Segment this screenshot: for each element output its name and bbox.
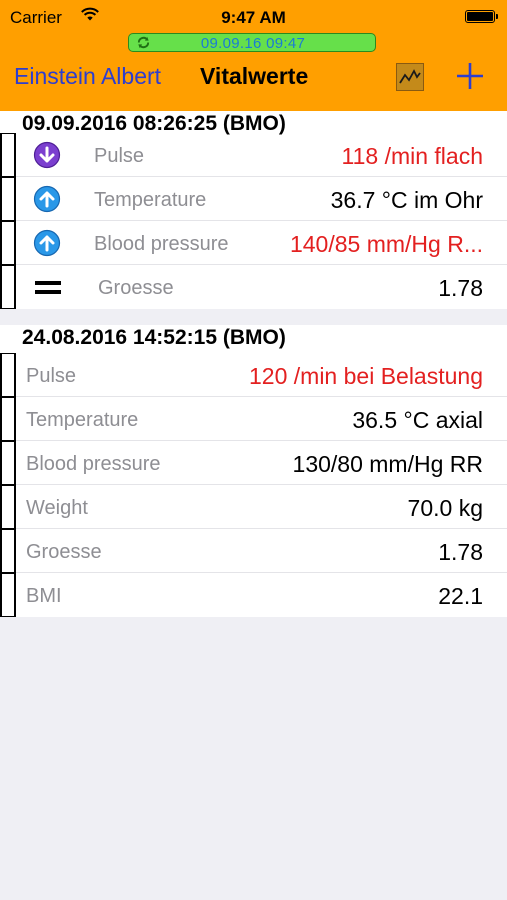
vital-label: Groesse <box>26 541 102 563</box>
arrow-up-blue-icon <box>33 229 61 257</box>
vital-value: 1.78 <box>438 275 483 301</box>
vital-row-blood-pressure[interactable]: Blood pressure 140/85 mm/Hg R... <box>0 221 507 265</box>
vital-value: 118 /min flach <box>341 143 483 169</box>
row-marker <box>0 529 16 573</box>
vital-value: 22.1 <box>438 583 483 609</box>
vital-row-weight[interactable]: Weight 70.0 kg <box>0 485 507 529</box>
battery-icon <box>465 10 498 23</box>
vital-row-groesse[interactable]: Groesse 1.78 <box>0 265 507 309</box>
row-marker <box>0 177 16 221</box>
vital-value: 120 /min bei Belastung <box>249 363 483 389</box>
vital-label: Temperature <box>26 409 139 431</box>
arrow-up-blue-icon <box>33 185 61 213</box>
vitals-entry: 09.09.2016 08:26:25 (BMO) Pulse 118 /min… <box>0 111 507 309</box>
vital-value: 36.7 °C im Ohr <box>330 187 483 213</box>
sync-timestamp: 09.09.16 09:47 <box>200 35 306 52</box>
vital-label: Blood pressure <box>26 453 161 475</box>
row-marker <box>0 221 16 265</box>
vital-value: 1.78 <box>438 539 483 565</box>
vital-label: BMI <box>26 585 62 607</box>
row-marker <box>0 133 16 177</box>
vital-row-pulse[interactable]: Pulse 118 /min flach <box>0 133 507 177</box>
vital-label: Groesse <box>98 277 174 299</box>
vital-value: 130/80 mm/Hg RR <box>292 451 483 477</box>
vital-value: 36.5 °C axial <box>352 407 483 433</box>
arrow-down-purple-icon <box>33 141 61 169</box>
status-bar: Carrier 9:47 AM <box>0 0 507 34</box>
vitals-entry: 24.08.2016 14:52:15 (BMO) Pulse 120 /min… <box>0 325 507 617</box>
row-marker <box>0 573 16 617</box>
vital-label: Pulse <box>26 365 77 387</box>
line-chart-icon <box>399 69 421 84</box>
row-marker <box>0 397 16 441</box>
add-button[interactable] <box>454 60 486 92</box>
vital-label: Temperature <box>94 189 207 211</box>
patient-name-button[interactable]: Einstein Albert <box>14 63 161 90</box>
row-marker <box>0 353 16 397</box>
vital-row-blood-pressure[interactable]: Blood pressure 130/80 mm/Hg RR <box>0 441 507 485</box>
vital-label: Weight <box>26 497 88 519</box>
vital-value: 70.0 kg <box>407 495 483 521</box>
row-marker <box>0 265 16 309</box>
status-time: 9:47 AM <box>221 8 286 27</box>
vital-row-bmi[interactable]: BMI 22.1 <box>0 573 507 617</box>
vital-label: Pulse <box>94 145 145 167</box>
vital-row-temperature[interactable]: Temperature 36.5 °C axial <box>0 397 507 441</box>
vital-label: Blood pressure <box>94 233 229 255</box>
vital-row-temperature[interactable]: Temperature 36.7 °C im Ohr <box>0 177 507 221</box>
entry-header: 24.08.2016 14:52:15 (BMO) <box>22 326 286 349</box>
row-marker <box>0 441 16 485</box>
chart-button[interactable] <box>396 63 424 91</box>
sync-status-pill[interactable]: 09.09.16 09:47 <box>128 33 376 52</box>
row-marker <box>0 485 16 529</box>
vital-row-pulse[interactable]: Pulse 120 /min bei Belastung <box>0 353 507 397</box>
page-title: Vitalwerte <box>200 63 309 89</box>
vital-row-groesse[interactable]: Groesse 1.78 <box>0 529 507 573</box>
equal-icon <box>35 281 61 294</box>
vital-value: 140/85 mm/Hg R... <box>289 231 483 257</box>
navigation-bar: Carrier 9:47 AM 09.09.16 09:47 Einstein … <box>0 0 507 111</box>
